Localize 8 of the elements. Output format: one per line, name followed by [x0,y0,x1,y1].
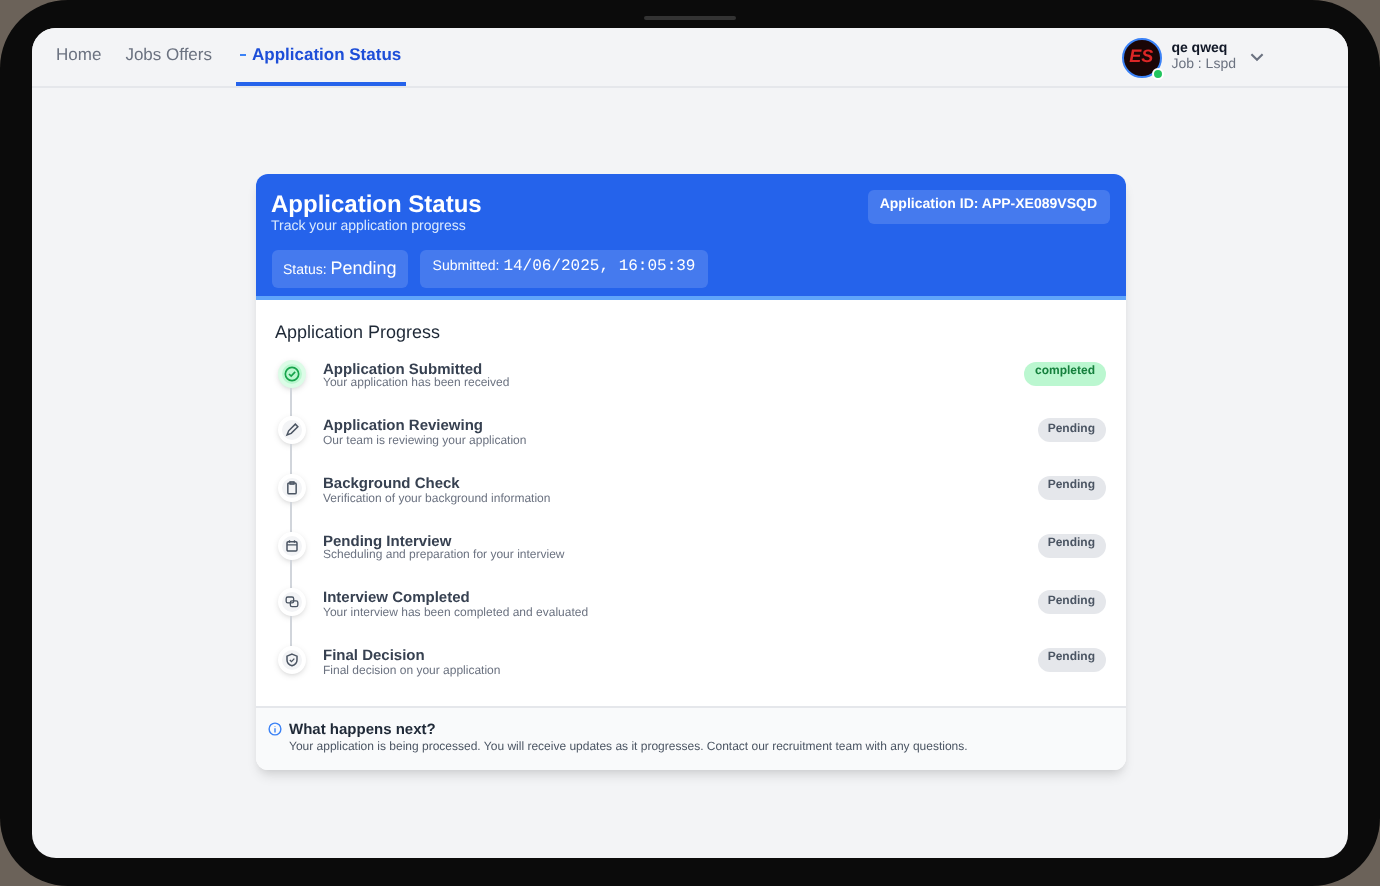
card-title: Application Status [271,190,482,219]
nav-tab[interactable]: Jobs Offers [125,28,212,86]
user-avatar[interactable]: ES [1121,37,1162,77]
section-title: Application Progress [275,320,443,346]
info-icon [267,722,281,736]
chevron-down-icon[interactable] [1250,52,1264,62]
nav-tab[interactable]: Application Status [236,28,406,86]
nav-tab[interactable]: Home [56,28,102,86]
